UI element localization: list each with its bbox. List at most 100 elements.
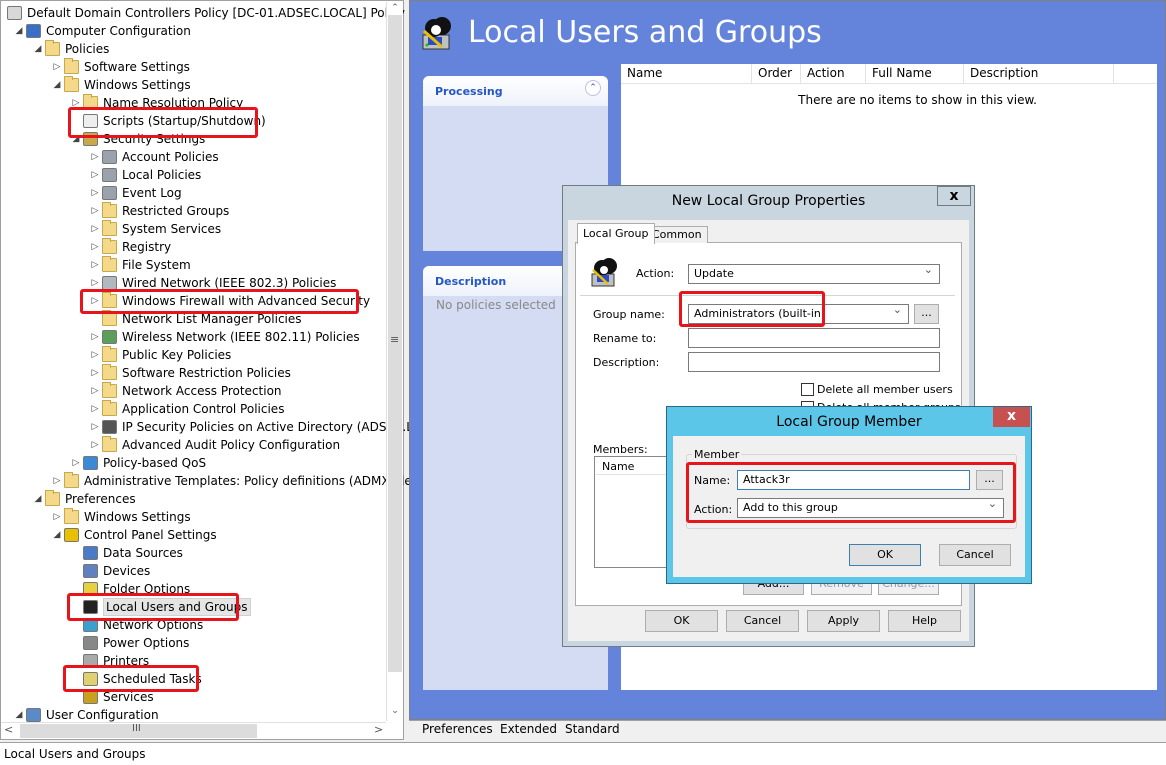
tree-item[interactable]: ▷ Administrative Templates: Policy defini… <box>1 472 423 490</box>
tree-item[interactable]: ◢ Preferences <box>1 490 385 508</box>
expand-arrow-icon[interactable]: ▷ <box>90 220 100 238</box>
group-name-label: Group name: <box>593 308 665 321</box>
tree-item[interactable]: ▷ File System <box>1 256 385 274</box>
delete-users-checkbox[interactable] <box>801 383 814 396</box>
apply-button[interactable]: Apply <box>807 610 880 632</box>
tab-extended[interactable]: Extended <box>500 722 557 736</box>
tree-item[interactable]: ▷ IP Security Policies on Active Director… <box>1 418 450 436</box>
cancel-button[interactable]: Cancel <box>726 610 799 632</box>
tree-item[interactable]: ▷ Software Restriction Policies <box>1 364 385 382</box>
member-cancel-button[interactable]: Cancel <box>939 544 1011 566</box>
tab-preferences[interactable]: Preferences <box>422 722 493 736</box>
tab-standard[interactable]: Standard <box>565 722 620 736</box>
tree-item[interactable]: ◢ Control Panel Settings <box>1 526 385 544</box>
tree-item[interactable]: ◢ Policies <box>1 40 385 58</box>
tree-item-label: Control Panel Settings <box>84 528 217 542</box>
tree-item[interactable]: ◢ Computer Configuration <box>1 22 385 40</box>
tree-item[interactable]: Power Options <box>1 634 385 652</box>
collapse-arrow-icon[interactable]: ◢ <box>52 526 62 544</box>
tree-item[interactable]: ▷ Restricted Groups <box>1 202 385 220</box>
highlight-member-fields <box>686 462 1016 523</box>
expand-arrow-icon[interactable]: ▷ <box>52 508 62 526</box>
column-name[interactable]: Name <box>621 64 752 83</box>
member-close-button[interactable]: x <box>993 407 1030 427</box>
tree-item-label: Computer Configuration <box>46 24 191 38</box>
expand-arrow-icon[interactable]: ▷ <box>90 364 100 382</box>
tree-item[interactable]: ▷ Registry <box>1 238 385 256</box>
tree-item[interactable]: ▷ Software Settings <box>1 58 385 76</box>
tree-item[interactable]: ▷ Wireless Network (IEEE 802.11) Policies <box>1 328 385 346</box>
column-description[interactable]: Description <box>964 64 1114 83</box>
close-button[interactable]: x <box>937 186 971 206</box>
collapse-chevrons-icon[interactable]: ⌃ <box>585 80 601 96</box>
scroll-grip-icon: ≡ <box>390 333 400 346</box>
expand-arrow-icon[interactable]: ▷ <box>90 166 100 184</box>
collapse-arrow-icon[interactable]: ◢ <box>52 76 62 94</box>
rename-input[interactable] <box>688 328 940 348</box>
wireless-network-icon <box>102 330 117 344</box>
scroll-up-icon[interactable]: ⌃ <box>388 3 402 15</box>
tree-item[interactable]: Default Domain Controllers Policy [DC-01… <box>1 4 405 22</box>
tree-item[interactable]: ▷ Application Control Policies <box>1 400 385 418</box>
scroll-right-icon[interactable]: > <box>374 723 383 736</box>
expand-arrow-icon[interactable]: ▷ <box>90 328 100 346</box>
tab-local-group[interactable]: Local Group <box>577 223 655 244</box>
tree-item-label: Application Control Policies <box>122 402 285 416</box>
empty-view-message: There are no items to show in this view. <box>798 93 1037 107</box>
expand-arrow-icon[interactable]: ▷ <box>90 382 100 400</box>
tree-item-label: Administrative Templates: Policy definit… <box>84 474 423 488</box>
column-full-name[interactable]: Full Name <box>866 64 964 83</box>
tree-item[interactable]: ▷ Policy-based QoS <box>1 454 385 472</box>
scroll-left-icon[interactable]: < <box>4 723 13 736</box>
expand-arrow-icon[interactable]: ▷ <box>90 436 100 454</box>
member-ok-button[interactable]: OK <box>849 544 921 566</box>
collapse-arrow-icon[interactable]: ◢ <box>33 490 43 508</box>
expand-arrow-icon[interactable]: ▷ <box>52 472 62 490</box>
tree-item[interactable]: ▷ System Services <box>1 220 385 238</box>
scroll-down-icon[interactable]: ⌄ <box>388 706 402 718</box>
folder-icon <box>102 364 117 380</box>
tree-item-label: Software Settings <box>84 60 190 74</box>
collapse-arrow-icon[interactable]: ◢ <box>14 22 24 40</box>
action-dropdown[interactable]: Update <box>688 261 940 284</box>
tree-item[interactable]: ▷ Local Policies <box>1 166 385 184</box>
expand-arrow-icon[interactable]: ▷ <box>52 58 62 76</box>
locked-folder-icon <box>102 220 117 236</box>
description-label: Description: <box>593 356 660 369</box>
expand-arrow-icon[interactable]: ▷ <box>71 454 81 472</box>
group-browse-button[interactable]: ... <box>914 304 939 324</box>
folder-icon <box>64 58 79 74</box>
tree-item-label: Windows Settings <box>84 510 191 524</box>
tree-item-label: Policies <box>65 42 110 56</box>
computer-icon <box>26 24 41 38</box>
help-button[interactable]: Help <box>888 610 961 632</box>
rename-label: Rename to: <box>593 332 657 345</box>
tree-item[interactable]: ▷ Account Policies <box>1 148 385 166</box>
column-action[interactable]: Action <box>801 64 866 83</box>
tree-item[interactable]: ▷ Advanced Audit Policy Configuration <box>1 436 385 454</box>
description-input[interactable] <box>688 352 940 372</box>
tree-item[interactable]: Devices <box>1 562 385 580</box>
expand-arrow-icon[interactable]: ▷ <box>90 148 100 166</box>
ok-button[interactable]: OK <box>645 610 718 632</box>
tree-item-label: Network Access Protection <box>122 384 282 398</box>
tree-item[interactable]: ◢ Windows Settings <box>1 76 385 94</box>
column-order[interactable]: Order <box>752 64 801 83</box>
tree-item[interactable]: Data Sources <box>1 544 385 562</box>
expand-arrow-icon[interactable]: ▷ <box>90 400 100 418</box>
expand-arrow-icon[interactable]: ▷ <box>90 346 100 364</box>
tree-item-label: Devices <box>103 564 151 578</box>
expand-arrow-icon[interactable]: ▷ <box>90 256 100 274</box>
expand-arrow-icon[interactable]: ▷ <box>90 418 100 436</box>
expand-arrow-icon[interactable]: ▷ <box>90 202 100 220</box>
tree-item[interactable]: ▷ Windows Settings <box>1 508 385 526</box>
tree-item[interactable]: ▷ Public Key Policies <box>1 346 385 364</box>
tree-item-label: System Services <box>122 222 222 236</box>
tab-common[interactable]: Common <box>646 226 708 243</box>
tree-item-label: Account Policies <box>122 150 219 164</box>
expand-arrow-icon[interactable]: ▷ <box>90 184 100 202</box>
tree-item[interactable]: ▷ Network Access Protection <box>1 382 385 400</box>
tree-item[interactable]: ▷ Event Log <box>1 184 385 202</box>
expand-arrow-icon[interactable]: ▷ <box>90 238 100 256</box>
collapse-arrow-icon[interactable]: ◢ <box>33 40 43 58</box>
